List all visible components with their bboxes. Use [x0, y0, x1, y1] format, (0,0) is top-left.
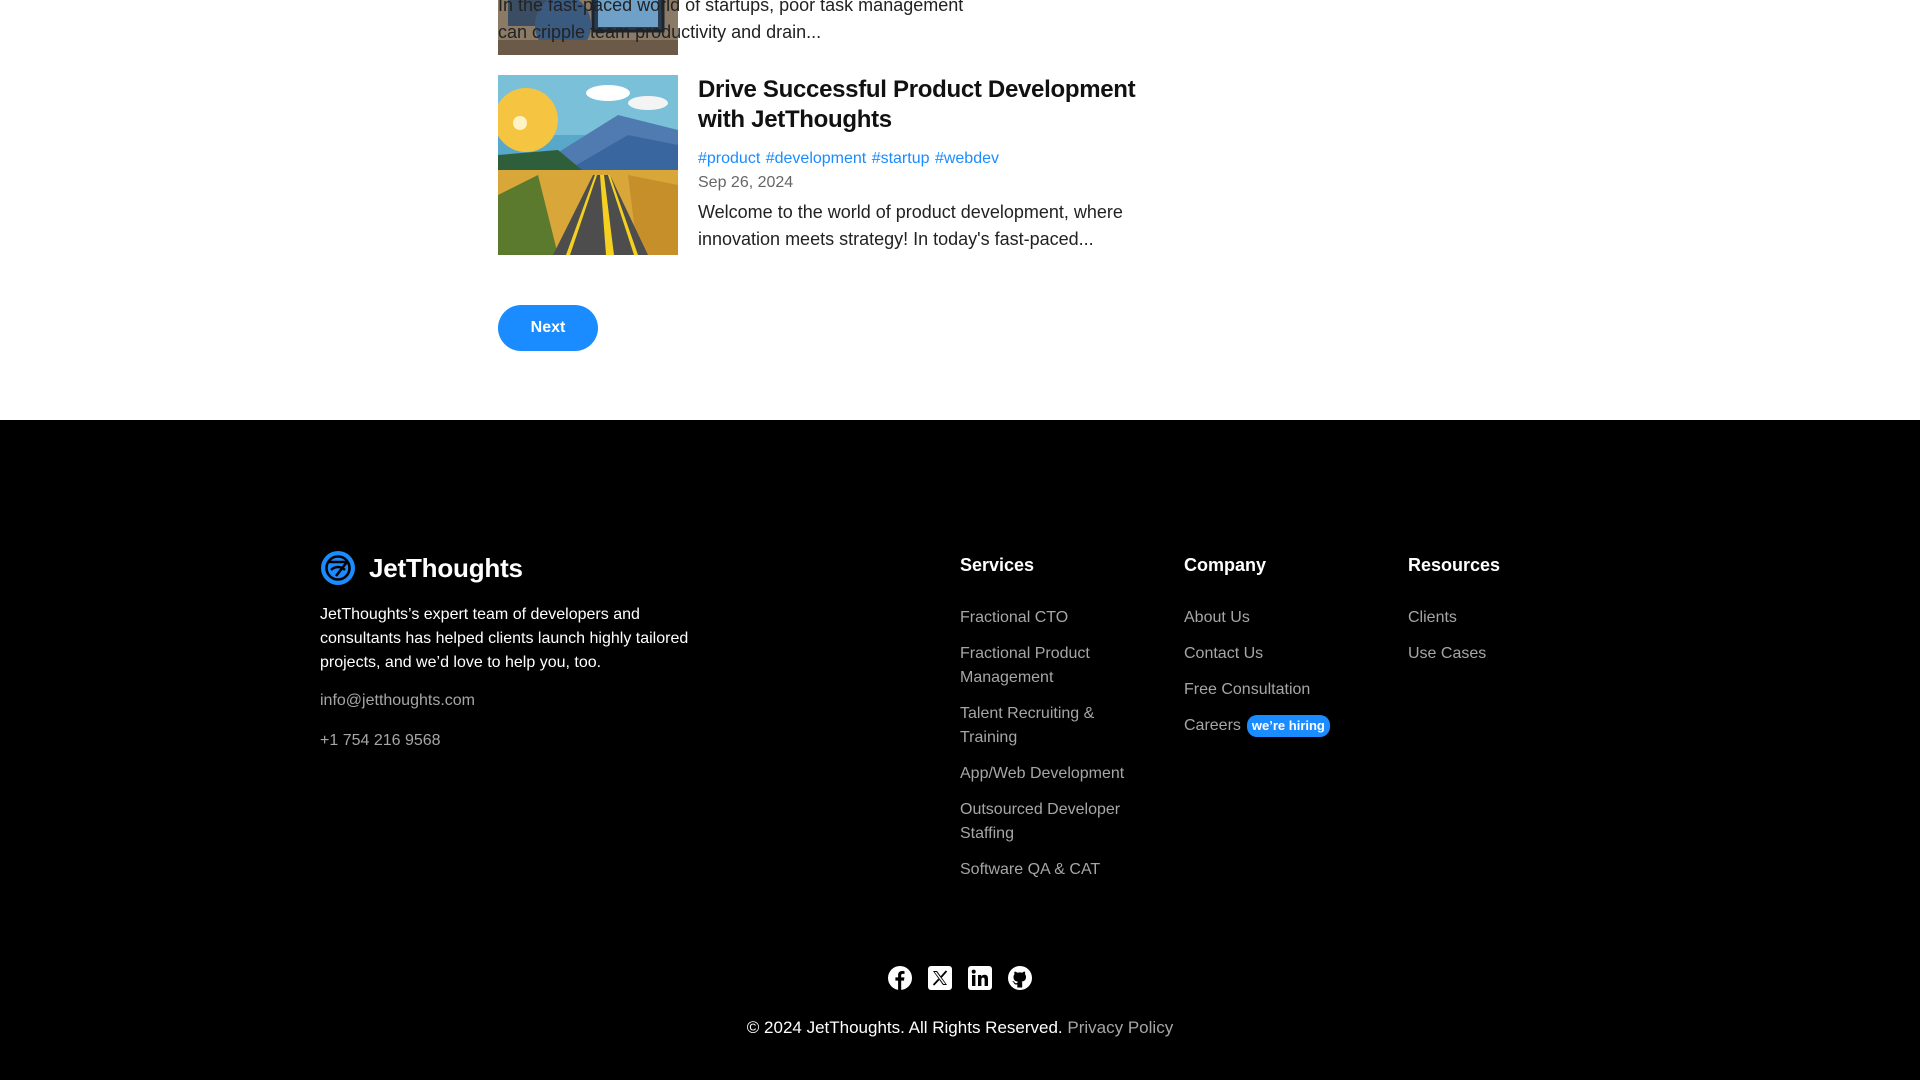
footer-link-software-qa[interactable]: Software QA & CAT	[960, 858, 1150, 882]
column-heading: Services	[960, 555, 1035, 575]
footer-link-use-cases[interactable]: Use Cases	[1408, 642, 1598, 666]
column-heading: Resources	[1408, 555, 1501, 575]
brand-name: JetThoughts	[369, 552, 523, 583]
footer-link-careers[interactable]: Careers we’re hiring	[1184, 714, 1374, 738]
post-date: Sep 26, 2024	[698, 174, 794, 191]
contact-phone-link[interactable]: +1 754 216 9568	[320, 732, 441, 750]
github-icon[interactable]	[1008, 966, 1032, 990]
tag-link[interactable]: #development	[766, 150, 867, 167]
blog-list: In the fast-paced world of startups, poo…	[0, 0, 1920, 420]
contact-email-link[interactable]: info@jetthoughts.com	[320, 692, 475, 710]
brand-description: JetThoughts’s expert team of developers …	[320, 606, 689, 671]
footer-column-services: Services Fractional CTO Fractional Produ…	[960, 554, 1150, 894]
footer-link-clients[interactable]: Clients	[1408, 606, 1598, 630]
tag-link[interactable]: #product	[698, 150, 760, 167]
tag-link[interactable]: #startup	[872, 150, 930, 167]
copyright-line: © 2024 JetThoughts. All Rights Reserved.…	[0, 1018, 1920, 1038]
footer-link-talent-recruiting[interactable]: Talent Recruiting & Training	[960, 702, 1150, 750]
post-tags: #product #development #startup #webdev	[698, 149, 1178, 169]
hiring-badge: we’re hiring	[1246, 714, 1330, 737]
post-excerpt: In the fast-paced world of startups, poo…	[498, 0, 964, 42]
linkedin-icon[interactable]	[968, 966, 992, 990]
footer-link-free-consultation[interactable]: Free Consultation	[1184, 678, 1374, 702]
x-icon[interactable]	[928, 966, 952, 990]
social-links	[0, 966, 1920, 990]
footer-brand[interactable]: JetThoughts	[320, 550, 523, 586]
footer-link-app-web-development[interactable]: App/Web Development	[960, 762, 1150, 786]
jetthoughts-logo-icon	[321, 551, 355, 585]
footer-link-fractional-product-management[interactable]: Fractional Product Management	[960, 642, 1150, 690]
footer-column-resources: Resources Clients Use Cases	[1408, 554, 1598, 678]
footer-link-about-us[interactable]: About Us	[1184, 606, 1374, 630]
post-excerpt: Welcome to the world of product developm…	[698, 202, 1123, 249]
privacy-policy-link[interactable]: Privacy Policy	[1067, 1018, 1173, 1037]
column-heading: Company	[1184, 555, 1267, 575]
footer-link-fractional-cto[interactable]: Fractional CTO	[960, 606, 1150, 630]
copyright-text: © 2024 JetThoughts. All Rights Reserved.	[746, 1018, 1063, 1037]
site-footer: JetThoughts JetThoughts’s expert team of…	[0, 420, 1920, 1080]
post-body: Drive Successful Product Development wit…	[698, 75, 1178, 253]
facebook-icon[interactable]	[888, 966, 912, 990]
footer-link-outsourced-staffing[interactable]: Outsourced Developer Staffing	[960, 798, 1150, 846]
post-title[interactable]: Drive Successful Product Development wit…	[698, 75, 1178, 135]
post-thumbnail[interactable]	[498, 75, 678, 255]
tag-link[interactable]: #webdev	[935, 150, 999, 167]
footer-link-contact-us[interactable]: Contact Us	[1184, 642, 1374, 666]
next-page-button[interactable]: Next	[498, 305, 598, 351]
footer-column-company: Company About Us Contact Us Free Consult…	[1184, 554, 1374, 750]
